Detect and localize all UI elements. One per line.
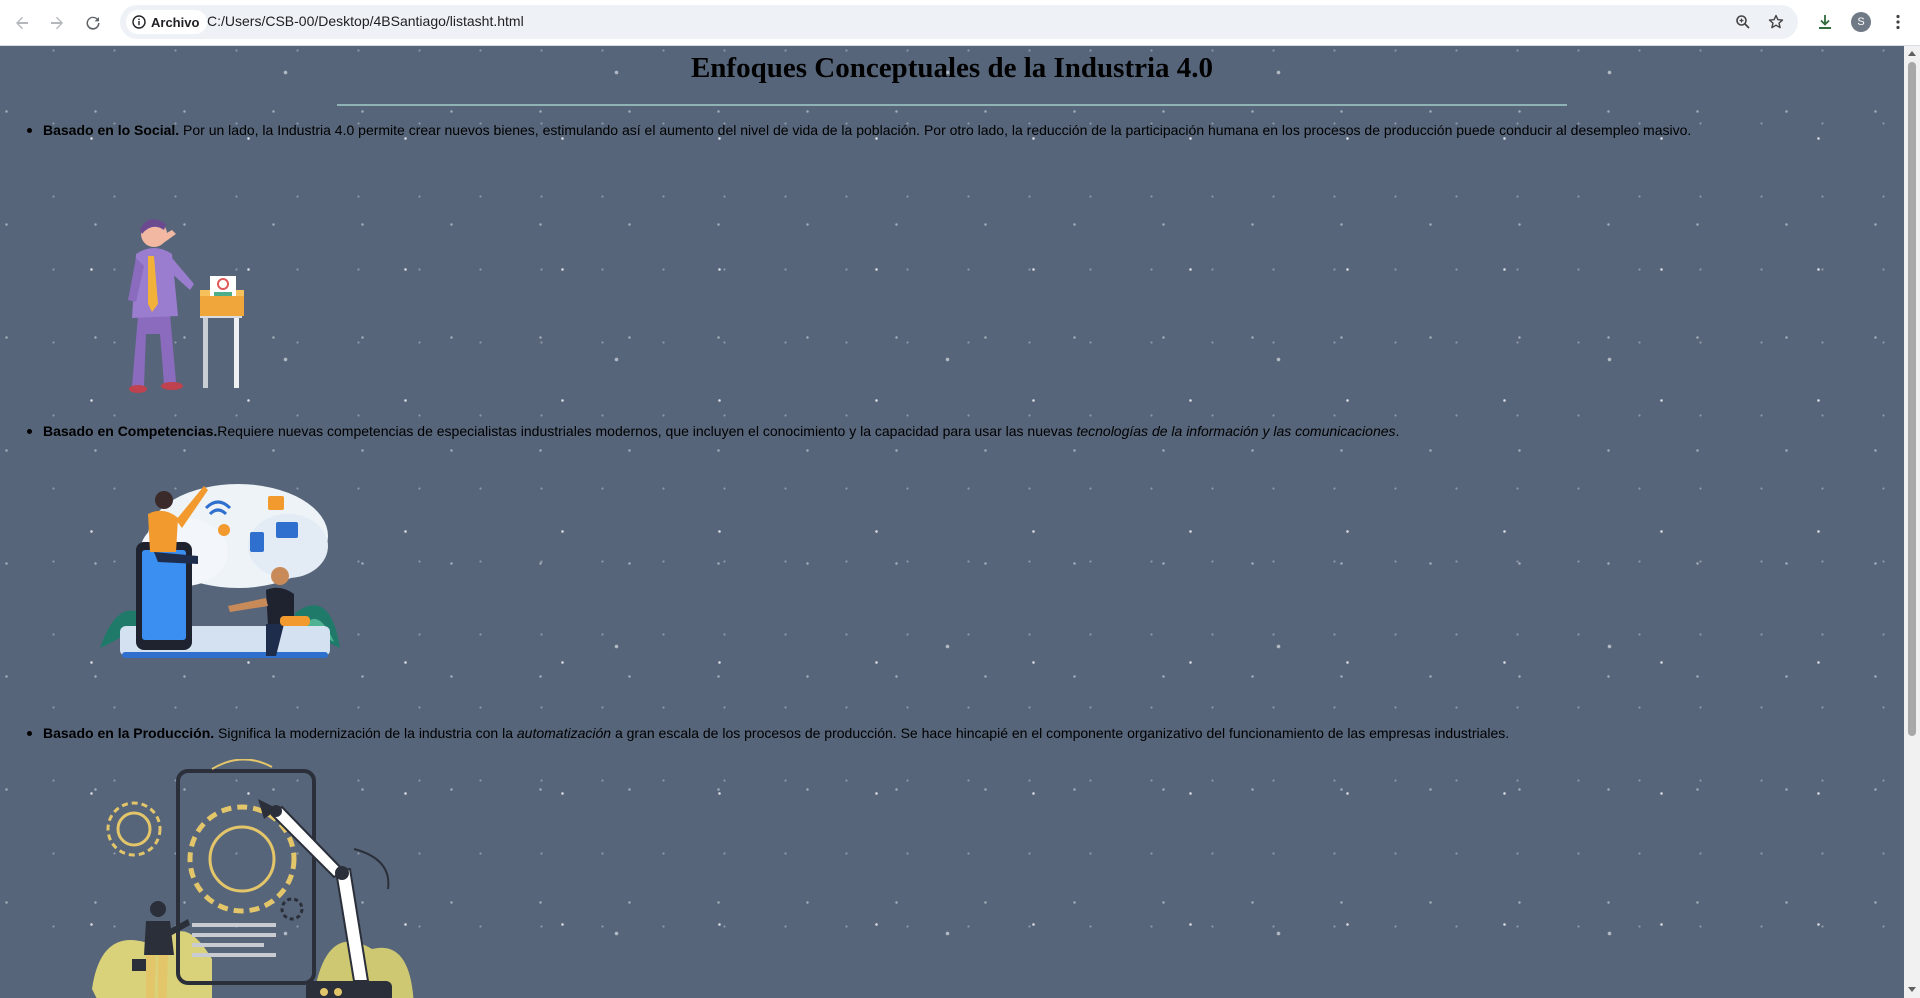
reload-button[interactable] [80,10,106,36]
worried-businessman-illustration [128,219,244,393]
item-emphasis: automatización [516,725,612,741]
scrollbar-thumb[interactable] [1908,62,1916,736]
digital-skills-illustration [100,484,340,658]
list-bullet [27,128,32,133]
item-lead: Basado en lo Social. [43,122,180,138]
title-divider [337,104,1567,106]
star-icon [1768,14,1784,29]
item-lead: Basado en la Producción. [43,725,215,741]
browser-menu-button[interactable] [1887,11,1909,33]
list-item-competencias: Basado en Competencias.Requiere nuevas c… [43,422,1399,440]
forward-button[interactable] [44,10,70,36]
downloads-button[interactable] [1814,11,1836,33]
item-text: Requiere nuevas competencias de especial… [217,423,1077,439]
scroll-down-icon[interactable] [1908,987,1916,992]
zoom-icon [1736,15,1750,29]
item-text: Por un lado, la Industria 4.0 permite cr… [179,122,1692,138]
info-icon [132,15,146,29]
profile-avatar[interactable]: S [1851,12,1871,32]
bookmark-button[interactable] [1766,12,1786,32]
page-content: Enfoques Conceptuales de la Industria 4.… [0,46,1904,998]
scroll-up-icon[interactable] [1908,51,1916,56]
list-item-produccion: Basado en la Producción. Significa la mo… [43,724,1509,742]
url-text[interactable]: C:/Users/CSB-00/Desktop/4BSantiago/lista… [207,13,524,29]
robot-arm-automation-illustration [92,759,414,998]
item-emphasis: tecnologías de la información y las comu… [1076,423,1396,439]
page-scrollbar[interactable] [1904,46,1920,998]
arrow-right-icon [51,16,63,30]
download-icon [1819,15,1831,29]
list-bullet [27,731,32,736]
item-text-end: a gran escala de los procesos de producc… [611,725,1510,741]
reload-icon [86,16,100,30]
back-button[interactable] [9,10,35,36]
list-bullet [27,429,32,434]
list-item-social: Basado en lo Social. Por un lado, la Ind… [43,121,1691,139]
browser-toolbar: Archivo C:/Users/CSB-00/Desktop/4BSantia… [0,0,1920,46]
kebab-menu-icon [1896,14,1900,30]
site-info-label: Archivo [151,14,200,30]
arrow-left-icon [16,16,28,30]
item-text: Significa la modernización de la industr… [214,725,517,741]
address-bar[interactable]: Archivo C:/Users/CSB-00/Desktop/4BSantia… [120,5,1798,39]
site-info-chip[interactable]: Archivo [126,10,208,34]
page-title: Enfoques Conceptuales de la Industria 4.… [690,52,1214,84]
item-text-end: . [1395,423,1400,439]
zoom-button[interactable] [1733,12,1753,32]
item-lead: Basado en Competencias. [43,423,218,439]
